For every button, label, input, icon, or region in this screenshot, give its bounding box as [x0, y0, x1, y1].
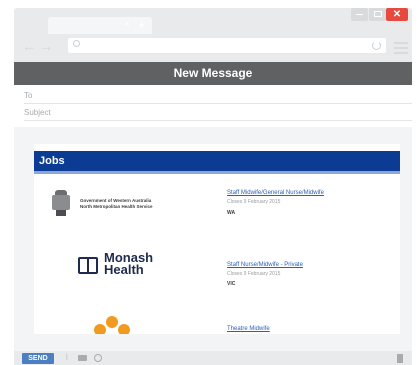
job-listing: Government of Western Australia North Me…	[34, 184, 400, 244]
wa-government-logo: Government of Western Australia North Me…	[52, 190, 202, 220]
job-title-link[interactable]: Theatre Midwife	[227, 326, 270, 332]
forward-arrow-icon[interactable]: →	[39, 39, 53, 53]
search-icon	[73, 40, 80, 47]
banner-divider	[34, 171, 400, 174]
subject-field[interactable]: Subject	[24, 104, 412, 121]
logo-text: Government of Western Australia North Me…	[80, 198, 153, 209]
logo-petal	[118, 324, 130, 334]
job-title-link[interactable]: Staff Midwife/General Nurse/Midwife	[227, 190, 324, 196]
menu-line	[394, 52, 408, 54]
monash-mark-icon	[78, 257, 98, 274]
compose-footer: SEND ⦚	[14, 351, 412, 365]
address-bar[interactable]	[68, 38, 386, 53]
monash-health-logo: Monash Health	[78, 250, 198, 280]
email-card: Jobs Government of Western Australia Nor…	[34, 144, 400, 334]
job-listing: Monash Health Staff Nurse/Midwife - Priv…	[34, 244, 400, 304]
back-arrow-icon[interactable]: ←	[22, 39, 36, 53]
logo-petal	[94, 324, 106, 334]
job-location: VIC	[227, 281, 236, 287]
camera-icon[interactable]	[78, 355, 87, 361]
minimize-button[interactable]	[351, 8, 368, 21]
trash-icon[interactable]	[397, 354, 403, 363]
crest-icon	[52, 190, 70, 218]
jobs-banner: Jobs	[34, 151, 400, 171]
emoji-icon[interactable]	[94, 354, 102, 362]
organisation-logo	[94, 316, 134, 334]
hamburger-menu-icon[interactable]	[394, 42, 408, 57]
send-button[interactable]: SEND	[22, 353, 54, 364]
to-field[interactable]: To	[24, 87, 412, 104]
crest-part	[56, 210, 66, 216]
minimize-icon	[356, 14, 363, 15]
job-location: WA	[227, 210, 236, 216]
logo-text: Monash Health	[104, 250, 154, 277]
job-title-link[interactable]: Staff Nurse/Midwife - Private	[227, 262, 303, 268]
browser-window: × + ✕ ← → New Message To Subject Jobs Go…	[14, 8, 412, 365]
new-tab-icon[interactable]: +	[138, 18, 146, 31]
menu-line	[394, 47, 408, 49]
logo-petal	[106, 316, 118, 328]
job-listing: Theatre Midwife	[34, 304, 400, 334]
maximize-button[interactable]	[369, 8, 386, 21]
menu-line	[394, 42, 408, 44]
reload-icon[interactable]	[372, 41, 381, 50]
job-closing-date: Closes 9 February 2015	[227, 271, 281, 277]
compose-title: New Message	[14, 62, 412, 85]
job-closing-date: Closes 9 February 2015	[227, 199, 281, 205]
maximize-icon	[373, 11, 382, 17]
tab-close-icon[interactable]: ×	[124, 20, 130, 30]
compose-body: To Subject Jobs Government of Western Au…	[14, 85, 412, 351]
close-window-button[interactable]: ✕	[386, 8, 408, 21]
email-content-area: Jobs Government of Western Australia Nor…	[14, 127, 412, 351]
crest-part	[52, 195, 70, 210]
attach-icon[interactable]: ⦚	[66, 353, 68, 363]
browser-tab[interactable]	[48, 17, 152, 34]
